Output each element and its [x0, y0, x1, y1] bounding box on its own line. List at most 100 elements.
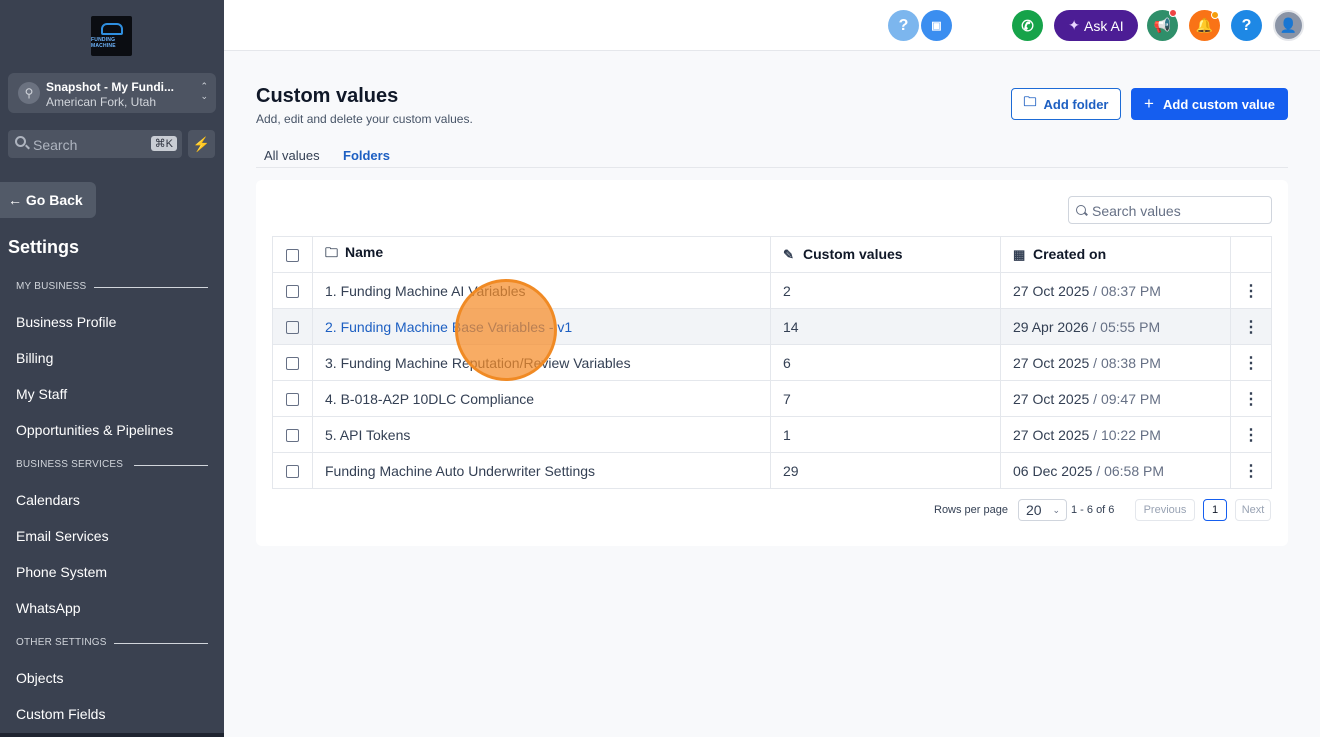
table-row[interactable]: 4. B-018-A2P 10DLC Compliance 7 27 Oct 2… — [272, 380, 1272, 417]
created-date: 29 Apr 2026 — [1013, 318, 1089, 335]
tab-all-values[interactable]: All values — [264, 148, 320, 163]
sidebar-item-objects[interactable]: Objects — [16, 670, 63, 686]
row-checkbox[interactable] — [286, 285, 299, 299]
sidebar-item-phone-system[interactable]: Phone System — [16, 564, 107, 580]
section-label: BUSINESS SERVICES — [16, 459, 124, 470]
tabs: All values Folders — [256, 140, 1288, 168]
column-count-label: Custom values — [803, 246, 903, 262]
ask-ai-label: Ask AI — [1084, 17, 1124, 34]
add-custom-value-label: Add custom value — [1162, 96, 1275, 112]
column-created-label: Created on — [1033, 246, 1107, 262]
more-vertical-icon[interactable]: ⋮ — [1243, 319, 1259, 336]
sidebar-item-whatsapp[interactable]: WhatsApp — [16, 600, 81, 616]
search-shortcut: ⌘K — [150, 136, 177, 151]
folders-table: 🗀 Name ✎ Custom values ▦ Created on 1. Fund… — [272, 236, 1272, 489]
logo-text: FUNDING MACHINE — [91, 37, 116, 49]
logo-mark-icon — [100, 23, 123, 35]
sidebar-bottom-edge — [0, 733, 224, 737]
column-created-on[interactable]: ▦ Created on — [1000, 236, 1231, 273]
column-name[interactable]: 🗀 Name — [312, 236, 771, 273]
next-page-button[interactable]: Next — [1235, 499, 1271, 521]
go-back-button[interactable]: ← Go Back — [0, 182, 96, 218]
folder-created: 27 Oct 2025 / 10:22 PM — [1000, 416, 1231, 453]
folder-name[interactable]: 1. Funding Machine AI Variables — [312, 272, 771, 309]
row-checkbox[interactable] — [286, 321, 299, 335]
folder-plus-icon: 🗀 — [1023, 94, 1037, 109]
table-row[interactable]: 5. API Tokens 1 27 Oct 2025 / 10:22 PM ⋮ — [272, 416, 1272, 453]
account-name: Snapshot - My Fundi... — [46, 80, 174, 94]
folder-name[interactable]: 2. Funding Machine Base Variables - v1 — [312, 308, 771, 345]
page-subtitle: Add, edit and delete your custom values. — [256, 112, 473, 126]
row-checkbox[interactable] — [286, 357, 299, 371]
search-values-input[interactable]: Search values — [1068, 196, 1272, 224]
add-folder-button[interactable]: 🗀 Add folder — [1011, 88, 1121, 120]
ask-ai-button[interactable]: ✦ Ask AI — [1054, 10, 1138, 41]
phone-icon[interactable]: ✆ — [1012, 10, 1043, 41]
chevron-down-icon: ⌄ — [1052, 505, 1060, 515]
section-divider — [134, 465, 208, 466]
row-checkbox[interactable] — [286, 393, 299, 407]
more-vertical-icon[interactable]: ⋮ — [1243, 355, 1259, 372]
more-vertical-icon[interactable]: ⋮ — [1243, 463, 1259, 480]
lightning-bolt-icon[interactable]: ⚡ — [188, 130, 215, 158]
row-menu-cell: ⋮ — [1230, 416, 1272, 453]
created-date: 27 Oct 2025 — [1013, 282, 1090, 299]
row-menu-cell: ⋮ — [1230, 272, 1272, 309]
table-row[interactable]: Funding Machine Auto Underwriter Setting… — [272, 452, 1272, 489]
created-time: / 09:47 PM — [1093, 390, 1161, 407]
more-vertical-icon[interactable]: ⋮ — [1243, 427, 1259, 444]
tab-folders[interactable]: Folders — [343, 148, 390, 163]
created-date: 27 Oct 2025 — [1013, 426, 1090, 443]
table-header-row: 🗀 Name ✎ Custom values ▦ Created on — [272, 236, 1272, 273]
rows-per-page-label: Rows per page — [934, 504, 1008, 516]
folder-count: 7 — [770, 380, 1001, 417]
search-icon — [15, 136, 26, 147]
folder-icon: 🗀 — [325, 244, 339, 260]
table-row[interactable]: 3. Funding Machine Reputation/Review Var… — [272, 344, 1272, 381]
section-my-business: MY BUSINESS — [16, 281, 208, 292]
folder-count: 6 — [770, 344, 1001, 381]
row-menu-cell: ⋮ — [1230, 344, 1272, 381]
table-row[interactable]: 1. Funding Machine AI Variables 2 27 Oct… — [272, 272, 1272, 309]
help-question-icon[interactable]: ? — [888, 10, 919, 41]
folder-created: 29 Apr 2026 / 05:55 PM — [1000, 308, 1231, 345]
more-vertical-icon[interactable]: ⋮ — [1243, 391, 1259, 408]
select-all-checkbox[interactable] — [286, 249, 299, 263]
account-switcher[interactable]: ⚲ Snapshot - My Fundi... American Fork, … — [8, 73, 216, 113]
page-1-button[interactable]: 1 — [1203, 499, 1227, 521]
folder-count: 14 — [770, 308, 1001, 345]
folder-name[interactable]: 3. Funding Machine Reputation/Review Var… — [312, 344, 771, 381]
sidebar-item-billing[interactable]: Billing — [16, 350, 53, 366]
row-checkbox[interactable] — [286, 465, 299, 479]
sidebar-item-email-services[interactable]: Email Services — [16, 528, 109, 544]
sidebar-item-calendars[interactable]: Calendars — [16, 492, 80, 508]
folder-created: 06 Dec 2025 / 06:58 PM — [1000, 452, 1231, 489]
help-icon[interactable]: ? — [1231, 10, 1262, 41]
folders-card: Search values 🗀 Name ✎ Custom values ▦ Crea… — [256, 180, 1288, 546]
row-checkbox[interactable] — [286, 429, 299, 443]
company-logo[interactable]: FUNDING MACHINE — [91, 16, 132, 56]
section-other-settings: OTHER SETTINGS — [16, 637, 208, 648]
user-avatar[interactable]: 👤 — [1273, 10, 1304, 41]
column-custom-values[interactable]: ✎ Custom values — [770, 236, 1001, 273]
folder-name[interactable]: 4. B-018-A2P 10DLC Compliance — [312, 380, 771, 417]
go-back-label: Go Back — [25, 192, 83, 208]
folder-name[interactable]: 5. API Tokens — [312, 416, 771, 453]
created-date: 06 Dec 2025 — [1013, 462, 1093, 479]
sidebar-item-my-staff[interactable]: My Staff — [16, 386, 67, 402]
sidebar-item-opportunities[interactable]: Opportunities & Pipelines — [16, 422, 173, 438]
sidebar-item-custom-fields[interactable]: Custom Fields — [16, 706, 105, 722]
id-card-icon[interactable]: ▣ — [921, 10, 952, 41]
more-vertical-icon[interactable]: ⋮ — [1243, 283, 1259, 300]
sidebar-search[interactable]: Search ⌘K — [8, 130, 182, 158]
sparkle-icon: ✦ — [1068, 17, 1081, 33]
sidebar-item-business-profile[interactable]: Business Profile — [16, 314, 116, 330]
folder-name[interactable]: Funding Machine Auto Underwriter Setting… — [312, 452, 771, 489]
previous-page-button[interactable]: Previous — [1135, 499, 1195, 521]
section-divider — [94, 287, 208, 288]
select-all-cell — [272, 236, 313, 273]
rows-per-page-select[interactable]: 20 ⌄ — [1018, 499, 1067, 521]
add-custom-value-button[interactable]: + Add custom value — [1131, 88, 1288, 120]
settings-title: Settings — [8, 237, 80, 257]
table-row[interactable]: 2. Funding Machine Base Variables - v1 1… — [272, 308, 1272, 345]
